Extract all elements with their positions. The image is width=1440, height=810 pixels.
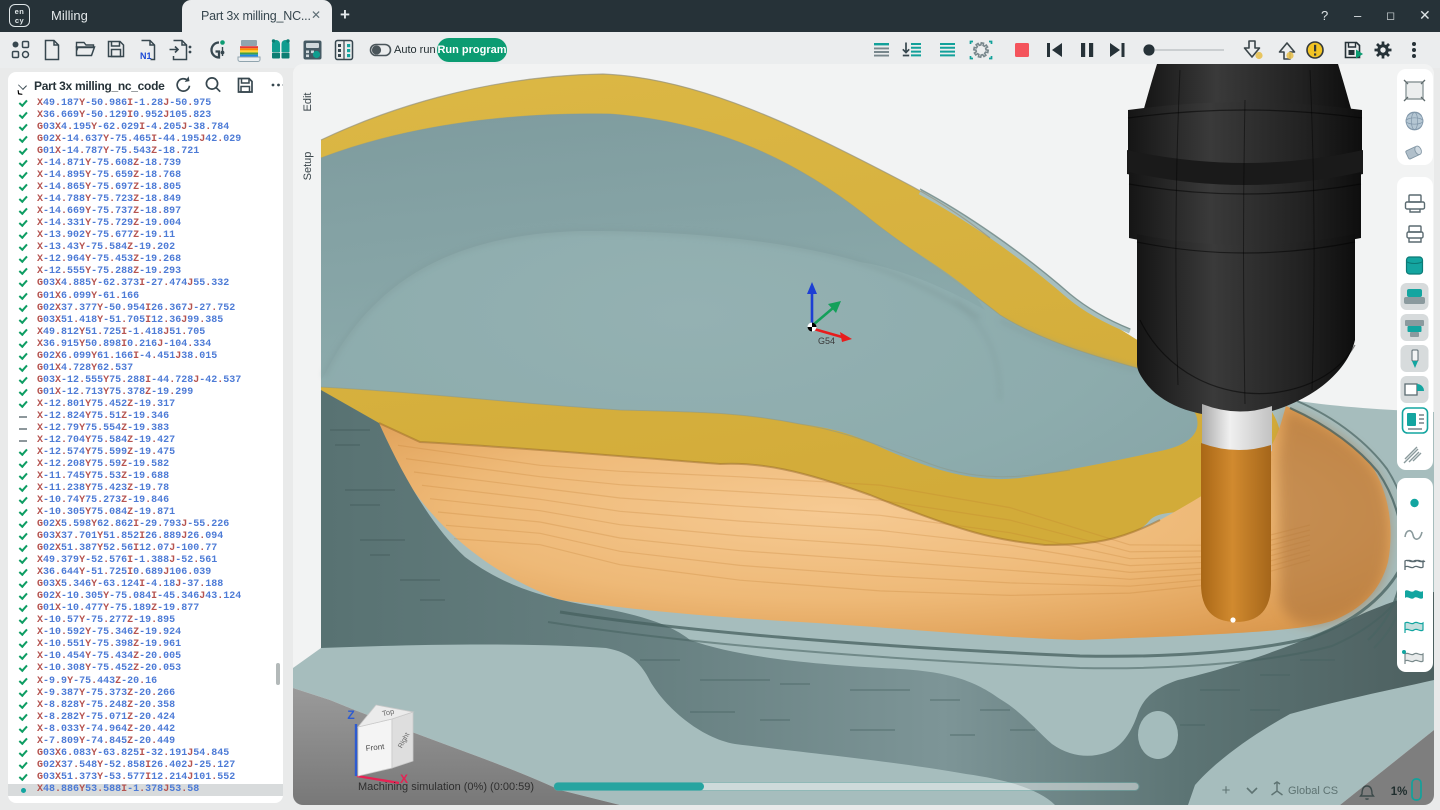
svg-text:1%: 1% (1391, 786, 1408, 798)
svg-text:G54: G54 (818, 336, 835, 346)
svg-text:Machining simulation (0%) (0:0: Machining simulation (0%) (0:00:59) (358, 781, 534, 793)
svg-text:Global CS: Global CS (1288, 785, 1338, 797)
svg-text:Z: Z (347, 708, 354, 722)
svg-text:+: + (1222, 782, 1231, 799)
svg-text:N1: N1 (140, 51, 152, 61)
